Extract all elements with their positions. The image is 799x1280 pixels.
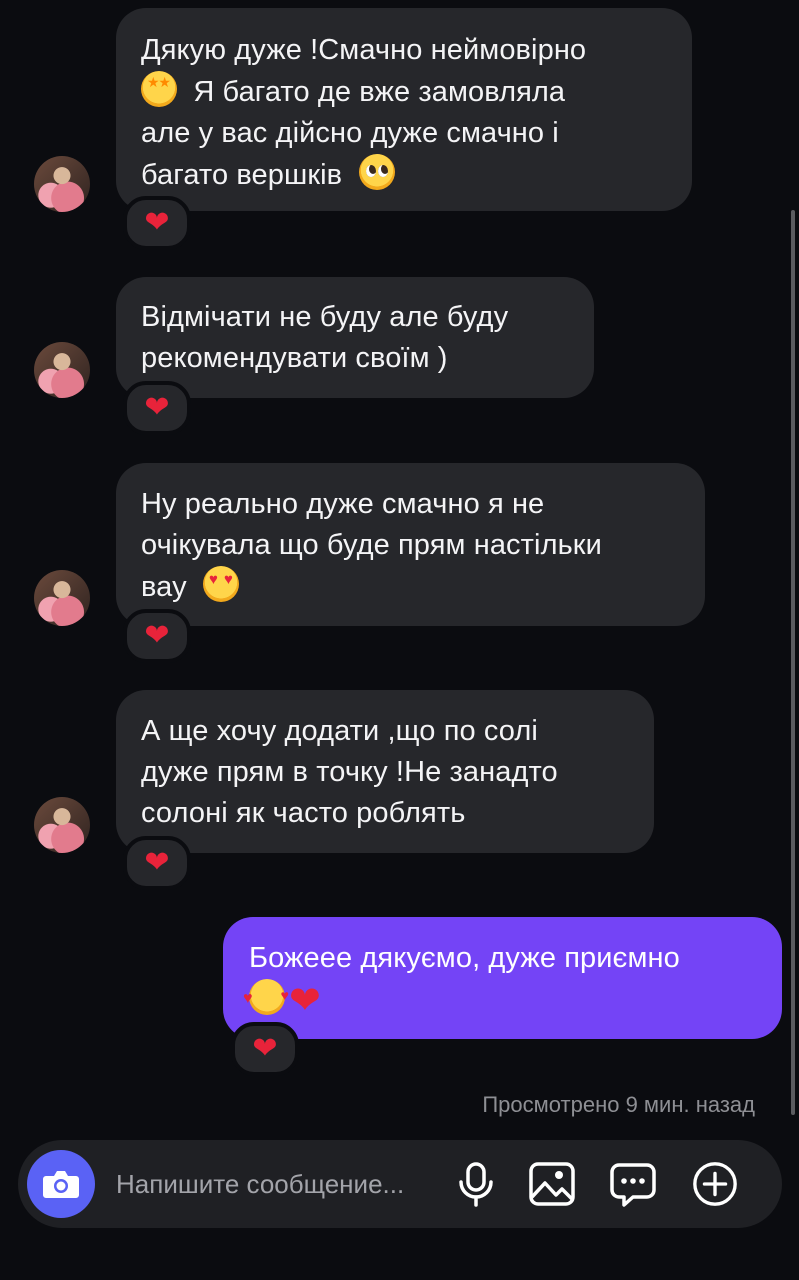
- message-thread[interactable]: Дякую дуже !Смачно неймовірно Я багато д…: [0, 0, 799, 1130]
- heart-reaction[interactable]: ❤: [123, 196, 191, 250]
- message-line: вау: [141, 571, 187, 603]
- camera-button[interactable]: [27, 1150, 95, 1218]
- message-bubble-incoming[interactable]: Дякую дуже !Смачно неймовірно Я багато д…: [116, 8, 692, 211]
- microphone-button[interactable]: [452, 1160, 500, 1208]
- image-icon: [529, 1162, 575, 1206]
- message-line: дуже прям в точку !Не занадто: [141, 756, 558, 788]
- camera-icon: [43, 1171, 79, 1198]
- message-line: багато вершків: [141, 159, 343, 191]
- message-bubble-incoming[interactable]: А ще хочу додати ,що по солі дуже прям в…: [116, 690, 654, 853]
- smiling-face-with-hearts-emoji: [243, 975, 289, 1019]
- microphone-icon: [459, 1162, 493, 1207]
- message-composer: Напишите сообщение...: [18, 1140, 782, 1228]
- plus-circle-icon: [693, 1162, 737, 1206]
- gallery-button[interactable]: [528, 1160, 576, 1208]
- message-line: рекомендувати своїм ): [141, 342, 448, 374]
- heart-icon: ❤: [144, 391, 170, 424]
- heart-reaction[interactable]: ❤: [123, 836, 191, 890]
- message-input[interactable]: Напишите сообщение...: [116, 1168, 404, 1200]
- message-line: але у вас дійсно дуже смачно і: [141, 117, 559, 149]
- message-line: Божеее дякуємо, дуже приємно: [249, 942, 680, 974]
- message-line: очікувала що буде прям настільки: [141, 529, 602, 561]
- sender-avatar[interactable]: [34, 570, 90, 626]
- message-bubble-outgoing[interactable]: Божеее дякуємо, дуже приємно ❤: [223, 917, 782, 1039]
- scrollbar[interactable]: [791, 210, 795, 1115]
- message-line: А ще хочу додати ,що по солі: [141, 715, 538, 747]
- heart-icon: ❤: [144, 619, 170, 652]
- message-bubble-incoming[interactable]: Ну реально дуже смачно я не очікувала що…: [116, 463, 705, 626]
- message-bubble-incoming[interactable]: Відмічати не буду але буду рекомендувати…: [116, 277, 594, 398]
- heart-eyes-emoji: [203, 566, 240, 602]
- heart-icon: ❤: [144, 846, 170, 879]
- chat-bubble-icon: [610, 1163, 656, 1207]
- message-line: Відмічати не буду але буду: [141, 301, 509, 333]
- message-line: Ну реально дуже смачно я не: [141, 488, 545, 520]
- message-line: солоні як часто роблять: [141, 797, 466, 829]
- add-button[interactable]: [691, 1160, 739, 1208]
- sender-avatar[interactable]: [34, 342, 90, 398]
- heart-icon: ❤: [252, 1032, 278, 1065]
- heart-reaction[interactable]: ❤: [231, 1022, 299, 1076]
- star-struck-emoji: [141, 71, 177, 107]
- pleading-face-emoji: [358, 154, 395, 190]
- message-line: Я багато де вже замовляла: [193, 76, 566, 108]
- heart-icon: ❤: [144, 206, 170, 239]
- seen-status: Просмотрено 9 мин. назад: [482, 1092, 755, 1117]
- sender-avatar[interactable]: [34, 797, 90, 853]
- message-line: Дякую дуже !Смачно неймовірно: [141, 34, 587, 66]
- sender-avatar[interactable]: [34, 156, 90, 212]
- red-heart-emoji: ❤: [289, 980, 321, 1022]
- heart-reaction[interactable]: ❤: [123, 609, 191, 663]
- heart-reaction[interactable]: ❤: [123, 381, 191, 435]
- sticker-button[interactable]: [609, 1160, 657, 1208]
